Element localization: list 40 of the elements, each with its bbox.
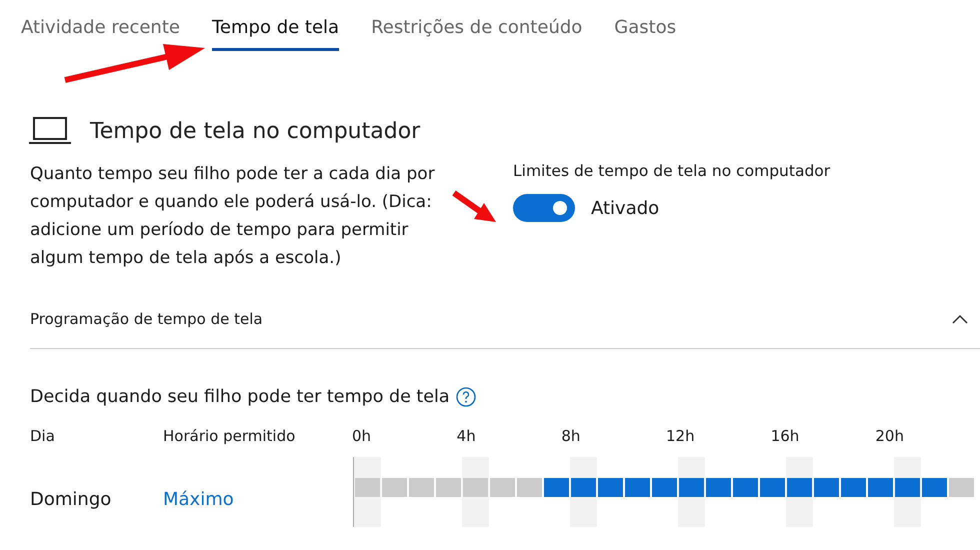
- column-header: Horário permitido: [163, 427, 296, 447]
- section-title: Tempo de tela no computador: [90, 118, 420, 144]
- time-slot[interactable]: [868, 478, 893, 496]
- toggle-label: Limites de tempo de tela no computador: [513, 162, 830, 180]
- time-slot[interactable]: [895, 478, 920, 496]
- time-slot[interactable]: [760, 478, 785, 496]
- toggle-switch[interactable]: [513, 194, 575, 222]
- hour-label: 0h: [352, 427, 372, 447]
- tab[interactable]: Gastos: [614, 16, 676, 40]
- hour-label: 4h: [456, 427, 477, 447]
- time-slot[interactable]: [706, 478, 731, 496]
- prompt-text: Decida quando seu filho pode ter tempo de tela: [30, 387, 450, 407]
- tab[interactable]: Atividade recente: [21, 16, 180, 40]
- chevron-up-icon[interactable]: [952, 314, 968, 324]
- toggle-state: Ativado: [591, 198, 660, 218]
- time-slot[interactable]: [922, 478, 947, 496]
- time-slot[interactable]: [571, 478, 596, 496]
- allowed-time-link[interactable]: Máximo: [163, 474, 352, 510]
- help-icon[interactable]: [456, 387, 476, 407]
- section-header[interactable]: Programação de tempo de tela: [30, 310, 263, 328]
- time-slot[interactable]: [679, 478, 704, 496]
- time-slot[interactable]: [733, 478, 758, 496]
- time-slot[interactable]: [814, 478, 839, 496]
- time-slot[interactable]: [652, 478, 677, 496]
- tab[interactable]: Restrições de conteúdo: [371, 16, 582, 40]
- time-slot[interactable]: [625, 478, 650, 496]
- hour-label: 20h: [875, 427, 905, 447]
- tab[interactable]: Tempo de tela: [212, 16, 340, 51]
- column-header: Dia: [30, 427, 56, 447]
- time-slot[interactable]: [841, 478, 866, 496]
- time-slot[interactable]: [544, 478, 569, 496]
- time-slot[interactable]: [787, 478, 812, 496]
- arrow-drawing: [452, 190, 496, 222]
- laptop-icon: [28, 116, 72, 146]
- day-label: Domingo: [30, 488, 112, 510]
- hour-label: 12h: [666, 427, 696, 447]
- description: Quanto tempo seu filho pode ter a cada dia por computador e quando ele poderá usá-lo. (Dica: adicione um período de tempo para permitir algum tempo de tela após a escola.): [30, 163, 436, 270]
- hour-label: 8h: [561, 427, 582, 447]
- hour-label: 16h: [770, 427, 800, 447]
- time-slot[interactable]: [598, 478, 623, 496]
